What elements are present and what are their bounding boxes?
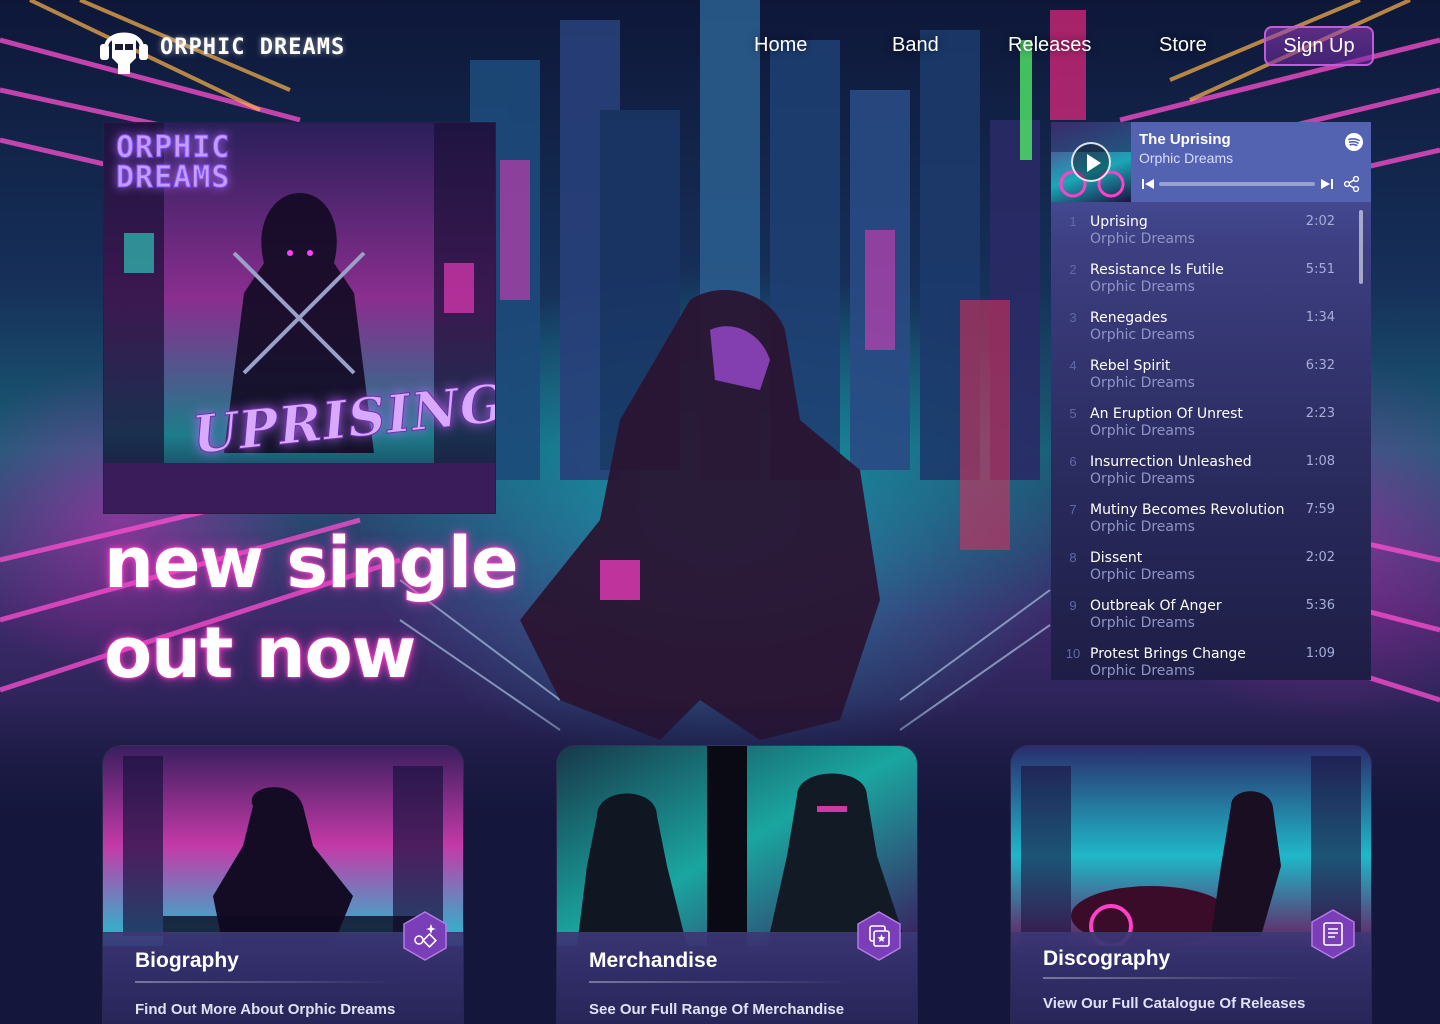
track-title: Uprising bbox=[1090, 214, 1148, 230]
track-row[interactable]: 10 Protest Brings Change Orphic Dreams 1… bbox=[1051, 642, 1351, 680]
album-cover[interactable]: ORPHIC DREAMS UPRISING bbox=[103, 122, 496, 514]
track-title: Rebel Spirit bbox=[1090, 358, 1171, 374]
nav-releases[interactable]: Releases bbox=[1008, 34, 1091, 57]
card-divider bbox=[135, 981, 395, 983]
track-title: Outbreak Of Anger bbox=[1090, 598, 1222, 614]
track-title: Mutiny Becomes Revolution bbox=[1090, 502, 1285, 518]
track-artist: Orphic Dreams bbox=[1090, 231, 1195, 247]
headline-line-2: out now bbox=[104, 612, 416, 694]
card-merchandise[interactable]: Merchandise See Our Full Range Of Mercha… bbox=[557, 746, 917, 1024]
card-title: Merchandise bbox=[589, 949, 718, 972]
track-number: 8 bbox=[1069, 550, 1077, 565]
track-title: Insurrection Unleashed bbox=[1090, 454, 1252, 470]
track-number: 7 bbox=[1069, 502, 1077, 517]
share-icon[interactable] bbox=[1343, 175, 1361, 193]
track-artist: Orphic Dreams bbox=[1090, 519, 1195, 535]
track-title: Resistance Is Futile bbox=[1090, 262, 1224, 278]
track-artist: Orphic Dreams bbox=[1090, 423, 1195, 439]
card-title: Discography bbox=[1043, 947, 1171, 970]
track-number: 9 bbox=[1069, 598, 1077, 613]
track-row[interactable]: 7 Mutiny Becomes Revolution Orphic Dream… bbox=[1051, 498, 1351, 546]
now-playing-artist: Orphic Dreams bbox=[1139, 150, 1234, 166]
hero-headline: new single out now bbox=[104, 518, 518, 698]
track-row[interactable]: 5 An Eruption Of Unrest Orphic Dreams 2:… bbox=[1051, 402, 1351, 450]
track-row[interactable]: 6 Insurrection Unleashed Orphic Dreams 1… bbox=[1051, 450, 1351, 498]
progress-bar[interactable] bbox=[1159, 182, 1315, 186]
track-list-scrollbar[interactable] bbox=[1359, 210, 1363, 284]
card-description: See Our Full Range Of Merchandise bbox=[589, 1001, 845, 1018]
track-artist: Orphic Dreams bbox=[1090, 279, 1195, 295]
track-number: 10 bbox=[1065, 646, 1081, 661]
track-artist: Orphic Dreams bbox=[1090, 615, 1195, 631]
track-number: 1 bbox=[1069, 214, 1077, 229]
card-description: Find Out More About Orphic Dreams bbox=[135, 1001, 396, 1018]
track-row[interactable]: 3 Renegades Orphic Dreams 1:34 bbox=[1051, 306, 1351, 354]
spotify-icon[interactable] bbox=[1344, 132, 1364, 152]
track-row[interactable]: 2 Resistance Is Futile Orphic Dreams 5:5… bbox=[1051, 258, 1351, 306]
track-duration: 7:59 bbox=[1305, 502, 1335, 517]
track-duration: 2:23 bbox=[1305, 406, 1335, 421]
track-number: 6 bbox=[1069, 454, 1077, 469]
headline-line-1: new single bbox=[104, 522, 518, 604]
sign-up-button[interactable]: Sign Up bbox=[1264, 26, 1374, 66]
nav-store[interactable]: Store bbox=[1159, 34, 1207, 57]
track-number: 2 bbox=[1069, 262, 1077, 277]
track-duration: 1:08 bbox=[1305, 454, 1335, 469]
track-duration: 2:02 bbox=[1305, 214, 1335, 229]
track-duration: 1:34 bbox=[1305, 310, 1335, 325]
book-icon[interactable] bbox=[1309, 908, 1357, 960]
track-row[interactable]: 1 Uprising Orphic Dreams 2:02 bbox=[1051, 210, 1351, 258]
now-playing-title: The Uprising bbox=[1139, 131, 1231, 148]
track-artist: Orphic Dreams bbox=[1090, 471, 1195, 487]
track-number: 5 bbox=[1069, 406, 1077, 421]
track-row[interactable]: 8 Dissent Orphic Dreams 2:02 bbox=[1051, 546, 1351, 594]
track-duration: 6:32 bbox=[1305, 358, 1335, 373]
track-number: 3 bbox=[1069, 310, 1077, 325]
track-duration: 1:09 bbox=[1305, 646, 1335, 661]
music-player: The Uprising Orphic Dreams 1 Uprising Or… bbox=[1051, 122, 1371, 680]
track-row[interactable]: 9 Outbreak Of Anger Orphic Dreams 5:36 bbox=[1051, 594, 1351, 642]
track-number: 4 bbox=[1069, 358, 1077, 373]
track-duration: 2:02 bbox=[1305, 550, 1335, 565]
track-title: Renegades bbox=[1090, 310, 1168, 326]
track-artist: Orphic Dreams bbox=[1090, 663, 1195, 679]
now-playing-bar: The Uprising Orphic Dreams bbox=[1051, 122, 1371, 202]
track-title: Dissent bbox=[1090, 550, 1143, 566]
previous-icon[interactable] bbox=[1141, 177, 1155, 191]
nav-band[interactable]: Band bbox=[892, 34, 939, 57]
track-artist: Orphic Dreams bbox=[1090, 567, 1195, 583]
now-playing-artwork bbox=[1051, 122, 1131, 202]
sparkle-shapes-icon[interactable] bbox=[401, 910, 449, 962]
card-title: Biography bbox=[135, 949, 239, 972]
next-icon[interactable] bbox=[1320, 177, 1334, 191]
main-nav: Home Band Releases Store bbox=[0, 26, 1440, 66]
track-title: An Eruption Of Unrest bbox=[1090, 406, 1243, 422]
card-biography[interactable]: Biography Find Out More About Orphic Dre… bbox=[103, 746, 463, 1024]
cover-band-name: ORPHIC DREAMS bbox=[116, 130, 231, 195]
card-divider bbox=[589, 981, 849, 983]
track-artist: Orphic Dreams bbox=[1090, 327, 1195, 343]
track-duration: 5:51 bbox=[1305, 262, 1335, 277]
track-duration: 5:36 bbox=[1305, 598, 1335, 613]
track-artist: Orphic Dreams bbox=[1090, 375, 1195, 391]
track-row[interactable]: 4 Rebel Spirit Orphic Dreams 6:32 bbox=[1051, 354, 1351, 402]
card-divider bbox=[1043, 977, 1303, 979]
card-discography[interactable]: Discography View Our Full Catalogue Of R… bbox=[1011, 746, 1371, 1024]
track-title: Protest Brings Change bbox=[1090, 646, 1246, 662]
track-list: 1 Uprising Orphic Dreams 2:02 2 Resistan… bbox=[1051, 204, 1371, 680]
merch-icon[interactable] bbox=[855, 910, 903, 962]
nav-home[interactable]: Home bbox=[754, 34, 807, 57]
play-icon[interactable] bbox=[1071, 142, 1111, 182]
card-description: View Our Full Catalogue Of Releases bbox=[1043, 995, 1306, 1012]
